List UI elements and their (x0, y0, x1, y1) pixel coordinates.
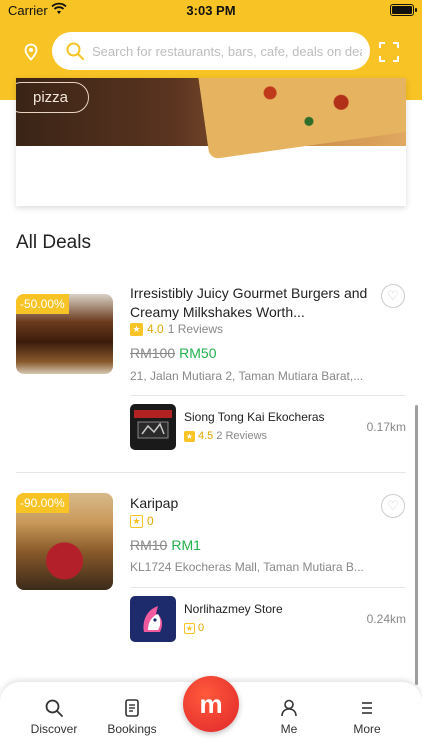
clock: 3:03 PM (186, 3, 236, 18)
nav-discover[interactable]: Discover (19, 698, 89, 736)
rating-value: 0 (147, 514, 154, 528)
deal-separator (16, 472, 406, 473)
search-bar[interactable] (52, 32, 370, 70)
nav-bookings[interactable]: Bookings (97, 698, 167, 736)
deal-image: -50.00% (16, 294, 113, 374)
store-rating-value: 0 (198, 622, 205, 634)
original-price: RM100 (130, 345, 176, 361)
promo-banner[interactable]: pizza (16, 78, 406, 206)
center-logo-button[interactable]: m (183, 676, 239, 732)
store-logo (130, 596, 176, 642)
store-row[interactable]: Siong Tong Kai Ekocheras ★ 4.5 2 Reviews… (130, 404, 406, 452)
scan-icon[interactable] (379, 42, 399, 62)
star-icon: ★ (184, 622, 195, 634)
deal-rating: ★ 4.0 1 Reviews (130, 322, 223, 336)
unicorn-logo-icon (143, 606, 163, 632)
divider (130, 395, 406, 396)
nav-me[interactable]: Me (254, 698, 324, 736)
banner-image: pizza (16, 78, 406, 160)
menu-icon (362, 702, 372, 714)
star-icon: ★ (184, 430, 195, 442)
discount-badge: -50.00% (16, 294, 69, 314)
review-count: 1 Reviews (167, 322, 224, 336)
nav-me-label: Me (280, 722, 298, 736)
search-icon (66, 42, 84, 60)
center-logo-icon: m (199, 688, 223, 719)
location-pin-icon[interactable] (22, 43, 40, 61)
store-logo (130, 404, 176, 450)
nav-discover-label: Discover (30, 722, 78, 736)
favorite-heart-icon[interactable]: ♡ (381, 284, 405, 308)
store-logo-art (134, 410, 172, 439)
search-input[interactable] (92, 40, 362, 62)
section-title: All Deals (16, 232, 91, 253)
store-review-count: 2 Reviews (216, 430, 268, 442)
battery-icon (390, 4, 417, 16)
divider (130, 587, 406, 588)
store-name: Siong Tong Kai Ekocheras (184, 410, 325, 424)
status-bar: Carrier 3:03 PM (0, 0, 422, 22)
search-icon (45, 699, 63, 717)
deal-title: Karipap (130, 495, 179, 511)
store-distance: 0.24km (366, 612, 406, 626)
deal-title: Irresistibly Juicy Gourmet Burgers and C… (130, 285, 368, 320)
nav-more[interactable]: More (332, 698, 402, 736)
nav-bookings-label: Bookings (107, 722, 157, 736)
favorite-heart-icon[interactable]: ♡ (381, 494, 405, 518)
store-distance: 0.17km (366, 420, 406, 434)
banner-category-tag[interactable]: pizza (16, 82, 90, 113)
scrollbar[interactable] (415, 405, 418, 685)
pizza-image (196, 78, 406, 160)
star-icon: ★ (130, 514, 143, 528)
original-price: RM10 (130, 537, 168, 553)
nav-more-label: More (353, 722, 381, 736)
store-rating-value: 4.5 (198, 430, 214, 442)
deal-rating: ★ 0 (130, 514, 154, 528)
deal-prices: RM100 RM50 (130, 345, 217, 361)
deal-price: RM50 (179, 345, 217, 361)
star-icon: ★ (130, 322, 143, 336)
store-rating: ★ 0 (184, 622, 204, 634)
user-icon (281, 699, 297, 717)
deal-price: RM1 (171, 537, 201, 553)
discount-badge: -90.00% (16, 493, 69, 513)
deal-address: KL1724 Ekocheras Mall, Taman Mutiara B..… (130, 560, 364, 574)
deal-address: 21, Jalan Mutiara 2, Taman Mutiara Barat… (130, 369, 364, 383)
store-row[interactable]: Norlihazmey Store ★ 0 0.24km (130, 596, 406, 644)
rating-value: 4.0 (147, 322, 164, 336)
store-name: Norlihazmey Store (184, 602, 283, 616)
deal-prices: RM10 RM1 (130, 537, 201, 553)
store-rating: ★ 4.5 2 Reviews (184, 430, 267, 442)
document-icon (125, 699, 139, 717)
deal-image: -90.00% (16, 493, 113, 590)
